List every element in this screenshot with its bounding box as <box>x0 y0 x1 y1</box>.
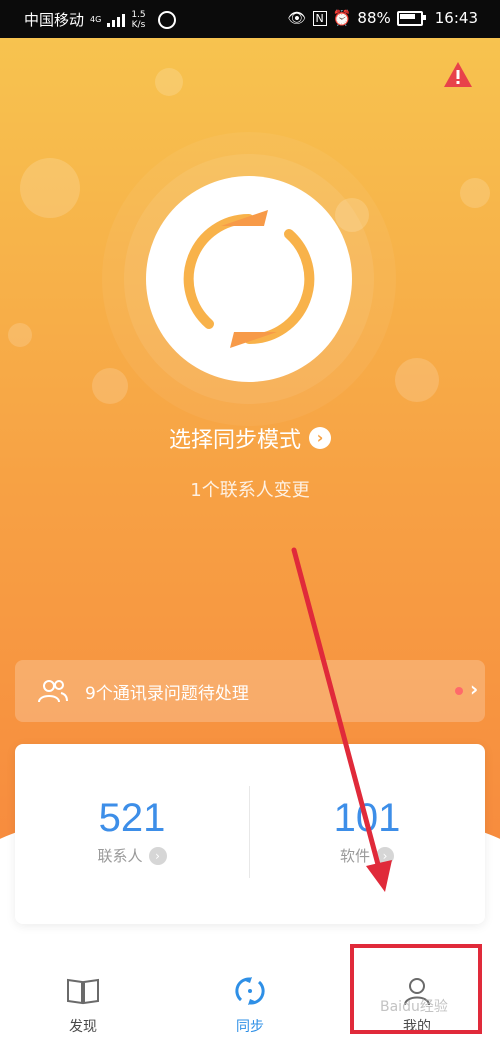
contacts-stat[interactable]: 521 联系人 › <box>15 796 249 866</box>
app-notification-icon <box>157 10 176 29</box>
battery-percent: 88% <box>357 9 391 27</box>
sync-button[interactable] <box>146 176 352 382</box>
nfc-icon: N <box>312 10 327 26</box>
sync-mode-link[interactable]: 选择同步模式 › <box>0 422 500 454</box>
carrier-name: 中国移动 <box>24 11 85 29</box>
annotation-highlight-box <box>350 944 482 1034</box>
sync-icon <box>235 977 265 1005</box>
decor-bubble <box>20 158 80 218</box>
battery-icon <box>396 10 426 26</box>
apps-count: 101 <box>333 796 401 840</box>
decor-bubble <box>92 368 128 404</box>
sync-arrows-icon <box>183 210 315 348</box>
clock-time: 16:43 <box>434 9 478 27</box>
unread-dot <box>455 687 463 695</box>
signal-icon <box>107 13 126 27</box>
eye-icon: 👁 <box>287 9 307 27</box>
change-summary: 1个联系人变更 <box>190 480 310 501</box>
book-icon <box>67 978 99 1005</box>
contacts-icon <box>38 680 68 703</box>
apps-label: 软件 <box>339 847 370 865</box>
chevron-right-icon: › <box>376 846 394 865</box>
chevron-right-icon: › <box>148 846 167 865</box>
network-type: 4G <box>90 14 102 24</box>
network-speed: 1.5 K/s <box>131 9 146 30</box>
contacts-label: 联系人 <box>97 847 143 865</box>
apps-stat[interactable]: 101 软件 › <box>250 796 484 866</box>
contacts-count: 521 <box>98 796 166 840</box>
decor-bubble <box>460 178 490 208</box>
tab-sync[interactable]: 同步 <box>167 976 333 1036</box>
decor-bubble <box>8 323 32 347</box>
contacts-issue-banner[interactable]: 9个通讯录问题待处理 › <box>15 660 485 722</box>
alarm-icon: ⏰ <box>332 9 352 27</box>
watermark: Baidu经验 <box>380 999 448 1015</box>
decor-bubble <box>155 68 183 96</box>
decor-bubble <box>395 358 439 402</box>
tab-sync-label: 同步 <box>236 1019 264 1035</box>
sync-mode-title: 选择同步模式 <box>168 428 301 453</box>
tab-discover-label: 发现 <box>69 1019 97 1035</box>
status-bar: 中国移动 4G 1.5 K/s 👁 N ⏰ 88% 16:43 <box>0 0 500 38</box>
issue-text: 9个通讯录问题待处理 <box>85 684 249 704</box>
stats-card: 521 联系人 › 101 软件 › <box>15 744 485 924</box>
tab-discover[interactable]: 发现 <box>0 976 166 1036</box>
warning-triangle-icon[interactable] <box>443 60 473 90</box>
chevron-right-icon: › <box>309 427 331 449</box>
chevron-right-icon: › <box>470 677 479 701</box>
